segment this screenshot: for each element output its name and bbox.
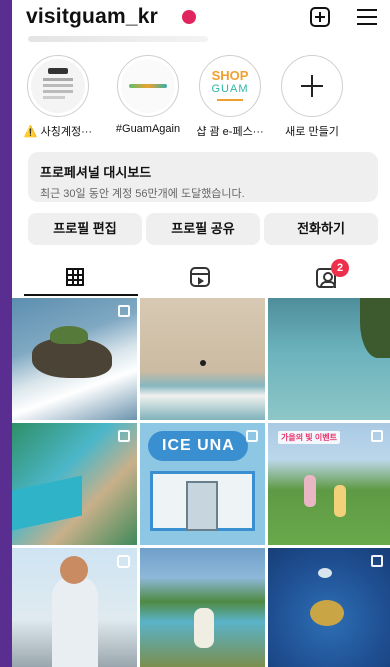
post-sea-turtle[interactable] [268,548,390,667]
profile-screen: visitguam_kr ⚠️ 사칭계정··· #GuamAgain SHOP … [12,0,390,667]
highlight-guam-again[interactable]: #GuamAgain [110,55,186,135]
shop-guam-logo-bottom: GUAM [211,83,249,95]
tab-tagged[interactable]: 2 [264,256,390,296]
multiple-photos-icon [371,430,383,442]
notification-dot [182,10,196,24]
post-resort-pool[interactable] [12,423,137,545]
reel-icon [117,555,130,568]
multiple-photos-icon [246,430,258,442]
post-woman-street[interactable] [12,548,137,667]
profile-header: visitguam_kr [12,0,390,34]
profile-actions: 프로필 편집 프로필 공유 전화하기 [28,213,378,245]
plus-icon [285,59,339,113]
profile-link-partial [28,36,208,42]
call-button[interactable]: 전화하기 [264,213,378,245]
tab-reels[interactable] [138,256,264,296]
ice-una-sign: ICE UNA [162,437,235,454]
grid-icon [66,268,84,286]
highlight-label: ⚠️ 사칭계정··· [23,126,93,138]
multiple-photos-icon [371,555,383,567]
username[interactable]: visitguam_kr [26,5,158,29]
post-ocean-cliff[interactable] [268,298,390,420]
highlight-shop-guam[interactable]: SHOP GUAM 샵 괌 e-페스··· [192,55,268,139]
guam-again-thumb [121,59,175,113]
multiple-photos-icon [118,305,130,317]
edit-profile-button[interactable]: 프로필 편집 [28,213,142,245]
tagged-count-badge: 2 [331,259,349,277]
post-ice-una-store[interactable]: ICE UNA [140,423,265,545]
highlight-label: #GuamAgain [115,123,181,135]
post-lagoon-view[interactable] [140,548,265,667]
menu-icon[interactable] [357,9,377,25]
active-tab-indicator [24,294,138,296]
create-post-icon[interactable] [310,7,330,27]
highlight-label: 샵 괌 e-페스··· [196,126,264,138]
notice-thumb [31,59,85,113]
professional-dashboard[interactable]: 프로페셔널 대시보드 최근 30일 동안 계정 56만개에 도달했습니다. [28,152,378,202]
story-highlights: ⚠️ 사칭계정··· #GuamAgain SHOP GUAM 샵 괌 e-페스… [12,55,390,145]
highlight-label: 새로 만들기 [285,126,339,138]
post-grid: ICE UNA 가을의 빛 이벤트 [12,298,390,667]
shop-guam-logo-top: SHOP [211,68,249,83]
shop-guam-thumb: SHOP GUAM [203,59,257,113]
dashboard-subtitle: 최근 30일 동안 계정 56만개에 도달했습니다. [40,188,245,200]
event-title: 가을의 빛 이벤트 [278,431,340,444]
highlight-notice[interactable]: ⚠️ 사칭계정··· [20,55,96,139]
post-beach-sand[interactable] [140,298,265,420]
post-autumn-event[interactable]: 가을의 빛 이벤트 [268,423,390,545]
tab-posts[interactable] [12,256,138,296]
share-profile-button[interactable]: 프로필 공유 [146,213,260,245]
post-rocky-coast[interactable] [12,298,137,420]
profile-tabs: 2 [12,256,390,296]
reels-icon [190,267,210,287]
highlight-new[interactable]: 새로 만들기 [274,55,350,139]
dashboard-title: 프로페셔널 대시보드 [40,165,152,180]
multiple-photos-icon [118,430,130,442]
